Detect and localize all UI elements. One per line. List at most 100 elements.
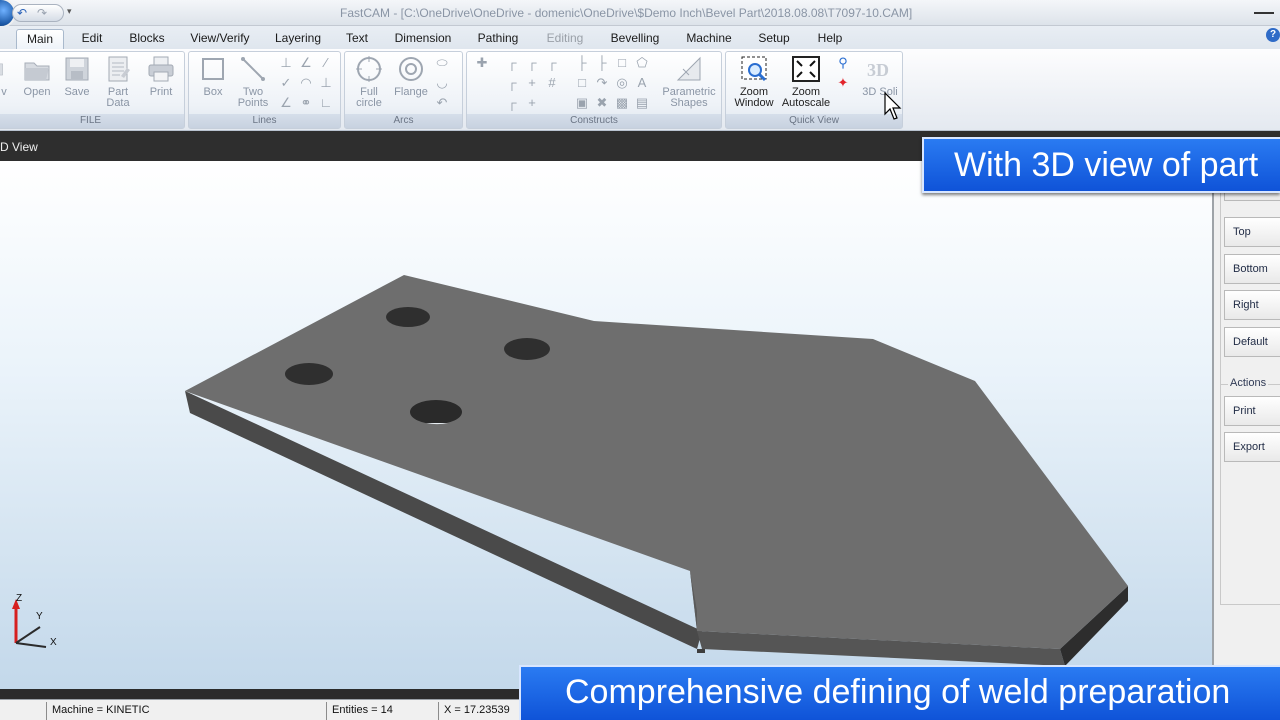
axis-x-label: X: [50, 637, 57, 648]
print-view-button[interactable]: Print: [1224, 396, 1280, 426]
circle-line-icon[interactable]: ⚭: [299, 96, 313, 110]
undo-icon[interactable]: ↶: [17, 6, 33, 20]
two-points-label: Two Points: [237, 86, 269, 109]
spiral-icon[interactable]: ◎: [615, 76, 629, 90]
tab-text[interactable]: Text: [336, 29, 378, 49]
zoom-autoscale-button[interactable]: Zoom Autoscale: [780, 54, 832, 109]
tab-help[interactable]: Help: [808, 29, 852, 49]
tab-blocks[interactable]: Blocks: [120, 29, 174, 49]
box-button[interactable]: Box: [195, 54, 231, 98]
part-data-icon: [108, 56, 130, 82]
tab-view-verify[interactable]: View/Verify: [182, 29, 258, 49]
redo-icon[interactable]: ↷: [37, 6, 53, 20]
save-label: Save: [64, 86, 90, 98]
text-shape-icon[interactable]: A: [635, 76, 649, 90]
full-circle-button[interactable]: Full circle: [349, 54, 389, 109]
construct-b-icon[interactable]: ├: [595, 56, 609, 70]
tab-layering[interactable]: Layering: [268, 29, 328, 49]
corner-line-icon[interactable]: ∟: [319, 96, 333, 110]
group-lines: Box Two Points ⊥ ∠ ∕ ✓ ◠ ⊥ ∠ ⚭ ∟ Lines: [188, 51, 341, 129]
part-data-label: Part Data: [106, 86, 130, 109]
print-button[interactable]: Print: [141, 54, 181, 98]
part-data-button[interactable]: Part Data: [97, 54, 139, 109]
status-x-coordinate: X = 17.23539: [438, 702, 528, 720]
point-icon[interactable]: ✚: [475, 56, 489, 70]
window-shape-icon[interactable]: ▤: [635, 96, 649, 110]
corner-icon[interactable]: ┌: [505, 96, 519, 110]
cross-line-icon[interactable]: ⊥: [319, 76, 333, 90]
bisect-line-icon[interactable]: ∠: [279, 96, 293, 110]
view-right-button[interactable]: Right: [1224, 290, 1280, 320]
axis-triad-icon: [12, 599, 47, 648]
offset-line-icon[interactable]: ✓: [279, 76, 293, 90]
dotted-box-icon[interactable]: ▩: [615, 96, 629, 110]
zoom-window-label: Zoom Window: [734, 86, 774, 109]
new-button[interactable]: v: [0, 54, 11, 98]
construct-c-icon[interactable]: □: [615, 56, 629, 70]
hole-4: [410, 400, 462, 424]
zoom-window-button[interactable]: Zoom Window: [730, 54, 778, 109]
construct-a-icon[interactable]: ├: [575, 56, 589, 70]
axis-y-label: Y: [36, 611, 43, 622]
mouse-cursor-icon: [884, 92, 902, 120]
extend-icon[interactable]: +: [525, 76, 539, 90]
trim-corner-icon[interactable]: ✖: [595, 96, 609, 110]
help-icon[interactable]: ?: [1266, 28, 1280, 42]
polygon-icon[interactable]: ⬠: [635, 56, 649, 70]
fillet3-icon[interactable]: ┌: [545, 56, 559, 70]
part-notch-edge: [697, 649, 705, 653]
view-title: D View: [0, 140, 38, 154]
new-label: v: [1, 86, 7, 98]
slot-icon[interactable]: ↷: [595, 76, 609, 90]
caption-top-text: With 3D view of part: [954, 146, 1259, 184]
tab-bevelling[interactable]: Bevelling: [602, 29, 668, 49]
angle-line-icon[interactable]: ∠: [299, 56, 313, 70]
tab-pathing[interactable]: Pathing: [468, 29, 528, 49]
arc-tangent-icon[interactable]: ↶: [435, 96, 449, 110]
ribbon-tabs: Main Edit Blocks View/Verify Layering Te…: [0, 26, 1280, 49]
minimize-icon[interactable]: [1254, 4, 1274, 14]
tab-dimension[interactable]: Dimension: [386, 29, 460, 49]
tab-editing[interactable]: Editing: [536, 29, 594, 49]
group-arcs-label: Arcs: [345, 114, 462, 128]
group-constructs-label: Constructs: [467, 114, 721, 128]
ellipse-icon[interactable]: ⬭: [435, 56, 449, 70]
chamfer-icon[interactable]: ┌: [505, 76, 519, 90]
status-machine: Machine = KINETIC: [46, 702, 326, 720]
zoom-in-icon[interactable]: ⚲: [836, 56, 850, 70]
grid-icon[interactable]: #: [545, 76, 559, 90]
tangent-line-icon[interactable]: ◠: [299, 76, 313, 90]
tab-setup[interactable]: Setup: [748, 29, 800, 49]
flange-button[interactable]: Flange: [391, 54, 431, 98]
export-button[interactable]: Export: [1224, 432, 1280, 462]
parallel-line-icon[interactable]: ∕: [319, 56, 333, 70]
tab-machine[interactable]: Machine: [678, 29, 740, 49]
fillet-icon[interactable]: ┌: [505, 56, 519, 70]
square-icon[interactable]: ▣: [575, 96, 589, 110]
tab-edit[interactable]: Edit: [70, 29, 114, 49]
trim-icon[interactable]: +: [525, 96, 539, 110]
group-quick-view: Zoom Window Zoom Autoscale ⚲ ✦ 3D 3D Sol…: [725, 51, 903, 129]
center-point-icon[interactable]: ✦: [836, 76, 850, 90]
box-icon: [202, 58, 224, 80]
parametric-shapes-button[interactable]: Parametric Shapes: [659, 54, 719, 109]
two-points-button[interactable]: Two Points: [233, 54, 273, 109]
zoom-autoscale-icon: [792, 56, 820, 82]
tab-main[interactable]: Main: [16, 29, 64, 49]
3d-icon: 3D: [867, 60, 889, 80]
view-bottom-button[interactable]: Bottom: [1224, 254, 1280, 284]
rectangle-icon[interactable]: □: [575, 76, 589, 90]
view-top-button[interactable]: Top: [1224, 217, 1280, 247]
arc-3pt-icon[interactable]: ◡: [435, 76, 449, 90]
svg-text:3D: 3D: [867, 60, 889, 80]
parametric-shapes-icon: [676, 56, 701, 81]
perpendicular-line-icon[interactable]: ⊥: [279, 56, 293, 70]
group-file-label: FILE: [0, 114, 184, 128]
open-button[interactable]: Open: [17, 54, 57, 98]
quick-access-dropdown-icon[interactable]: ▾: [67, 6, 72, 17]
fillet2-icon[interactable]: ┌: [525, 56, 539, 70]
view-default-button[interactable]: Default: [1224, 327, 1280, 357]
3d-viewport[interactable]: Z Y X: [0, 161, 1212, 689]
title-bar: ↶ ↷ ▾ FastCAM - [C:\OneDrive\OneDrive - …: [0, 0, 1280, 28]
save-button[interactable]: Save: [59, 54, 95, 98]
